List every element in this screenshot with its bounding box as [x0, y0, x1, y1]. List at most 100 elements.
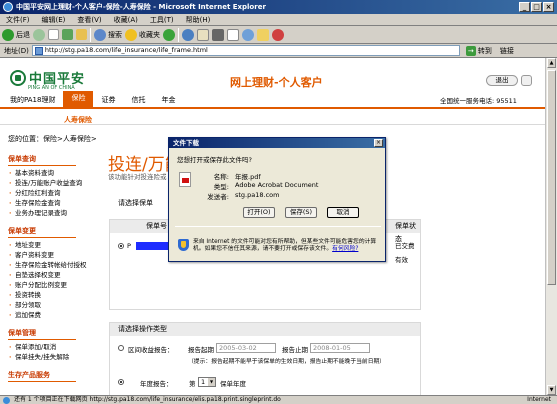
annual-report-radio[interactable]: [118, 379, 124, 385]
policy-number-prefix: P: [127, 242, 131, 250]
menu-file[interactable]: 文件(F): [6, 15, 30, 25]
messenger-icon[interactable]: [272, 28, 284, 41]
sidebar-item-policy-loss[interactable]: 保单挂失/挂失解除: [8, 352, 76, 362]
policy-radio[interactable]: [118, 243, 124, 249]
menu-favorites[interactable]: 收藏(A): [114, 15, 138, 25]
nav-annuity[interactable]: 年金: [153, 94, 183, 107]
edit-icon[interactable]: [227, 28, 239, 41]
period-report-radio[interactable]: [118, 345, 124, 351]
minimize-button[interactable]: _: [519, 2, 530, 12]
security-warning: 来自 Internet 的文件可能对您有所帮助，但某些文件可能危害您的计算机。如…: [193, 239, 381, 253]
shield-icon: [178, 239, 189, 251]
main-nav: 我的PA18理财 保险 证券 信托 年金: [0, 91, 183, 107]
scroll-down-icon[interactable]: ▼: [547, 385, 556, 395]
printer-icon[interactable]: [521, 75, 532, 86]
sidebar-item-partial-withdraw[interactable]: 部分领取: [8, 300, 76, 310]
page-icon: [34, 47, 43, 55]
sidebar-item-policy-add[interactable]: 保单添加/取消: [8, 342, 76, 352]
policy-year-select[interactable]: 1 ▼: [198, 377, 216, 387]
pdf-file-icon: [179, 172, 191, 187]
cancel-button[interactable]: 取消: [327, 207, 359, 218]
favorites-label: 收藏夹: [139, 30, 160, 39]
nav-trust[interactable]: 信托: [123, 94, 153, 107]
sidebar-item-records[interactable]: 业务办理记录查询: [8, 208, 76, 218]
toolbar: 后退 搜索 收藏夹: [0, 26, 557, 44]
end-date-label: 报告止期: [282, 346, 308, 354]
search-button[interactable]: 搜索: [94, 27, 122, 43]
file-name-value: 年报.pdf: [235, 173, 261, 181]
menu-edit[interactable]: 编辑(E): [42, 15, 66, 25]
dialog-close-button[interactable]: ×: [374, 139, 383, 147]
status-bar: 还有 1 个项目正在下载网页 http://stg.pa18.com/life_…: [0, 395, 557, 404]
window-title: 中国平安网上理财-个人客户-保险-人寿保险 - Microsoft Intern…: [16, 3, 266, 11]
sidebar-group-title: 保单管理: [8, 328, 76, 340]
nav-securities[interactable]: 证券: [93, 94, 123, 107]
window-titlebar: 中国平安网上理财-个人客户-保险-人寿保险 - Microsoft Intern…: [0, 0, 557, 14]
menu-help[interactable]: 帮助(H): [186, 15, 211, 25]
sidebar-item-top-up[interactable]: 追加保费: [8, 310, 76, 320]
date-hint: （提示：报告起期不能早于该保单的生效日期，报告止期不能晚于当前日期）: [188, 359, 386, 365]
sidebar-item-allocation[interactable]: 账户分配比例变更: [8, 280, 76, 290]
go-button[interactable]: → 转到: [465, 45, 492, 56]
nav-my-pa18[interactable]: 我的PA18理财: [0, 94, 63, 107]
start-date-input[interactable]: 2005-03-02: [216, 343, 276, 353]
sidebar-group-title: 保单变更: [8, 226, 76, 238]
search-label: 搜索: [108, 30, 122, 39]
breadcrumb: 您的位置：保险>人寿保险>: [8, 135, 97, 143]
media-icon[interactable]: [163, 28, 175, 41]
menu-view[interactable]: 查看(V): [77, 15, 101, 25]
sidebar-item-dividend[interactable]: 分红险红利查询: [8, 188, 76, 198]
logout-button[interactable]: 退出: [486, 75, 518, 86]
vertical-scrollbar[interactable]: ▲ ▼: [545, 58, 557, 395]
home-icon[interactable]: [76, 29, 87, 40]
maximize-button[interactable]: □: [531, 2, 542, 12]
pingan-logo-icon: [10, 69, 26, 86]
policy-status: 已交费有效: [395, 242, 415, 264]
page-description: 该功能针对投连险或: [108, 173, 167, 181]
dialog-title: 文件下载: [169, 138, 385, 148]
nav-insurance[interactable]: 保险: [63, 91, 94, 107]
risk-link[interactable]: 有何风险?: [332, 246, 358, 252]
save-button[interactable]: 保存(S): [285, 207, 317, 218]
sidebar-item-address-change[interactable]: 地址变更: [8, 240, 76, 250]
back-label: 后退: [16, 30, 30, 39]
stop-icon[interactable]: [48, 29, 59, 40]
sidebar-item-auto-pad[interactable]: 自垫选择权变更: [8, 270, 76, 280]
discuss-icon[interactable]: [242, 28, 254, 41]
address-url: http://stg.pa18.com/life_insurance/life_…: [44, 46, 208, 54]
folder-icon[interactable]: [257, 28, 269, 41]
back-button[interactable]: 后退: [2, 27, 30, 43]
scroll-thumb[interactable]: [547, 70, 556, 285]
security-zone: Internet: [527, 396, 551, 403]
period-report-label: 区间收益报告：: [128, 346, 174, 354]
favorites-button[interactable]: 收藏夹: [125, 27, 160, 43]
go-arrow-icon: →: [465, 45, 476, 56]
links-label[interactable]: 链接: [500, 46, 514, 56]
refresh-icon[interactable]: [62, 29, 73, 40]
history-icon[interactable]: [182, 28, 194, 41]
forward-button[interactable]: [33, 27, 45, 43]
menu-tools[interactable]: 工具(T): [150, 15, 174, 25]
dialog-question: 您想打开或保存此文件吗?: [177, 156, 252, 164]
sidebar-item-basic-info[interactable]: 基本资料查询: [8, 168, 76, 178]
sidebar-item-switch[interactable]: 投资转换: [8, 290, 76, 300]
operation-type-panel: 请选择操作类型 区间收益报告： 报告起期 2005-03-02 报告止期 200…: [109, 322, 421, 395]
sidebar-item-transfer-auth[interactable]: 生存保险金转帐给付授权: [8, 260, 87, 270]
scroll-up-icon[interactable]: ▲: [547, 58, 556, 68]
file-type-label: 类型:: [213, 183, 229, 191]
sidebar-item-client-info[interactable]: 客户资料变更: [8, 250, 76, 260]
sidebar-item-survival-benefit[interactable]: 生存保险金查询: [8, 198, 76, 208]
open-button[interactable]: 打开(O): [243, 207, 275, 218]
close-button[interactable]: ×: [543, 2, 554, 12]
end-date-input[interactable]: 2008-01-05: [310, 343, 370, 353]
address-input[interactable]: http://stg.pa18.com/life_insurance/life_…: [31, 45, 460, 56]
operation-type-label: 请选择操作类型: [110, 323, 420, 336]
sidebar-item-account-return[interactable]: 投连/万能账户收益查询: [8, 178, 82, 188]
print-icon[interactable]: [212, 28, 224, 41]
year-suffix: 保单年度: [220, 380, 246, 388]
file-download-dialog: 文件下载 × 您想打开或保存此文件吗? 名称: 年报.pdf 类型: Adobe…: [168, 137, 386, 262]
mail-icon[interactable]: [197, 28, 209, 41]
